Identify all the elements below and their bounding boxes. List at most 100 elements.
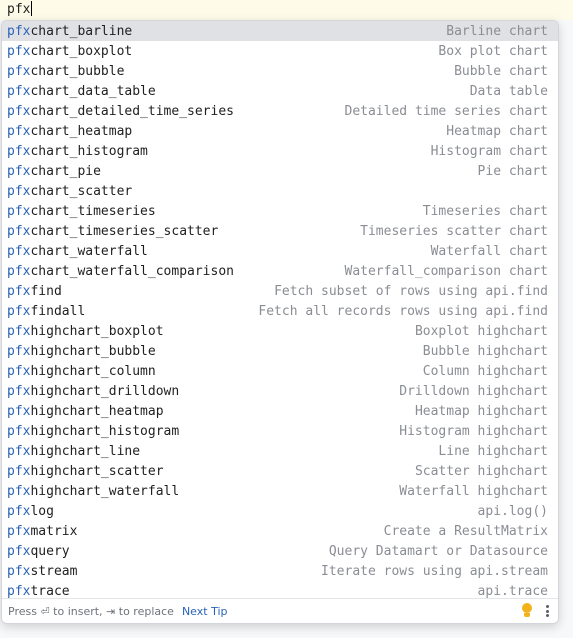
- completion-item-label: pfx highchart_column: [7, 364, 156, 379]
- completion-item-label: pfx highchart_scatter: [7, 464, 164, 479]
- completion-item-prefix: pfx: [7, 103, 31, 119]
- completion-item-label: pfx chart_pie: [7, 164, 101, 179]
- completion-item-prefix: pfx: [7, 443, 31, 459]
- completion-item-description: Create a ResultMatrix: [383, 523, 548, 539]
- completion-item[interactable]: pfx chart_timeseries_scatter Timeseries sc…: [2, 221, 558, 241]
- completion-item-description: Pie chart: [477, 163, 548, 179]
- completion-item[interactable]: pfx highchart_bubble Bubble highchart: [2, 341, 558, 361]
- next-tip-link[interactable]: Next Tip: [182, 605, 228, 618]
- completion-item-prefix: pfx: [7, 243, 31, 259]
- completion-item-prefix: pfx: [7, 323, 31, 339]
- completion-item-name: highchart_histogram: [30, 423, 180, 439]
- completion-item-prefix: pfx: [7, 303, 31, 319]
- completion-item[interactable]: pfx highchart_heatmap Heatmap highchart: [2, 401, 558, 421]
- completion-item-label: pfx matrix: [7, 524, 77, 539]
- completion-item-prefix: pfx: [7, 163, 31, 179]
- completion-item-label: pfx chart_heatmap: [7, 124, 132, 139]
- completion-item-description: Fetch subset of rows using api.find: [274, 283, 548, 299]
- completion-item-prefix: pfx: [7, 563, 31, 579]
- completion-item[interactable]: pfx highchart_histogram Histogram highchar…: [2, 421, 558, 441]
- completion-item-prefix: pfx: [7, 483, 31, 499]
- completion-item-label: pfx chart_timeseries: [7, 204, 156, 219]
- completion-item-description: Histogram highchart: [399, 423, 548, 439]
- completion-item-label: pfx stream: [7, 564, 77, 579]
- completion-footer: Press ⏎ to insert, ⇥ to replace Next Tip: [2, 598, 558, 623]
- completion-item-label: pfx chart_timeseries_scatter: [7, 224, 218, 239]
- completion-item-description: Waterfall chart: [430, 243, 548, 259]
- completion-item-description: Bubble chart: [454, 63, 548, 79]
- completion-item[interactable]: pfx chart_detailed_time_series Detailed ti…: [2, 101, 558, 121]
- completion-item[interactable]: pfx query Query Datamart or Datasource: [2, 541, 558, 561]
- completion-item-prefix: pfx: [7, 463, 31, 479]
- completion-item[interactable]: pfx highchart_waterfall Waterfall highchar…: [2, 481, 558, 501]
- completion-item-label: pfx chart_bubble: [7, 64, 124, 79]
- completion-item[interactable]: pfx findall Fetch all records rows using a…: [2, 301, 558, 321]
- completion-item-label: pfx chart_scatter: [7, 184, 132, 199]
- completion-item-name: chart_pie: [30, 163, 101, 179]
- completion-item-prefix: pfx: [7, 263, 31, 279]
- completion-item-description: Bubble highchart: [422, 343, 548, 359]
- completion-item-name: query: [30, 543, 70, 559]
- completion-item-description: Histogram chart: [430, 143, 548, 159]
- completion-item[interactable]: pfx chart_timeseries Timeseries chart: [2, 201, 558, 221]
- completion-item-name: highchart_column: [30, 363, 156, 379]
- text-caret: [31, 1, 33, 16]
- completion-item[interactable]: pfx log api.log(): [2, 501, 558, 521]
- completion-item[interactable]: pfx highchart_line Line highchart: [2, 441, 558, 461]
- completion-item-prefix: pfx: [7, 123, 31, 139]
- completion-item[interactable]: pfx highchart_column Column highchart: [2, 361, 558, 381]
- completion-item-description: Fetch all records rows using api.find: [258, 303, 548, 319]
- completion-item-label: pfx highchart_line: [7, 444, 140, 459]
- editor-current-line[interactable]: pfx: [0, 0, 573, 20]
- completion-item-description: Waterfall_comparison chart: [344, 263, 549, 279]
- completion-item[interactable]: pfx chart_histogram Histogram chart: [2, 141, 558, 161]
- completion-item-name: trace: [30, 583, 70, 599]
- completion-item-name: stream: [30, 563, 78, 579]
- completion-item-description: Data table: [469, 83, 548, 99]
- completion-item-description: api.trace: [477, 583, 548, 599]
- completion-item-label: pfx highchart_drilldown: [7, 384, 179, 399]
- completion-item-label: pfx chart_detailed_time_series: [7, 104, 234, 119]
- completion-item[interactable]: pfx stream Iterate rows using api.stream: [2, 561, 558, 581]
- completion-item[interactable]: pfx chart_data_table Data table: [2, 81, 558, 101]
- completion-item-name: chart_data_table: [30, 83, 156, 99]
- completion-item[interactable]: pfx chart_bubble Bubble chart: [2, 61, 558, 81]
- completion-item-description: Timeseries chart: [422, 203, 548, 219]
- completion-item[interactable]: pfx chart_waterfall Waterfall chart: [2, 241, 558, 261]
- completion-item[interactable]: pfx chart_heatmap Heatmap chart: [2, 121, 558, 141]
- completion-item-description: Box plot chart: [438, 43, 548, 59]
- completion-item-prefix: pfx: [7, 543, 31, 559]
- completion-popup: pfx chart_barline Barline chart pfx chart_bo…: [1, 20, 559, 624]
- completion-item-prefix: pfx: [7, 283, 31, 299]
- completion-item-name: highchart_heatmap: [30, 403, 164, 419]
- completion-item-name: highchart_scatter: [30, 463, 164, 479]
- completion-item-name: chart_barline: [30, 23, 133, 39]
- completion-list[interactable]: pfx chart_barline Barline chart pfx chart_bo…: [2, 21, 558, 601]
- completion-item-name: highchart_waterfall: [30, 483, 180, 499]
- lightbulb-icon[interactable]: [520, 603, 534, 619]
- completion-item-prefix: pfx: [7, 183, 31, 199]
- completion-item-label: pfx highchart_heatmap: [7, 404, 164, 419]
- completion-item-prefix: pfx: [7, 583, 31, 599]
- more-vertical-icon[interactable]: [546, 605, 550, 617]
- completion-item-name: chart_heatmap: [30, 123, 133, 139]
- completion-item[interactable]: pfx highchart_scatter Scatter highchart: [2, 461, 558, 481]
- completion-item-label: pfx find: [7, 284, 62, 299]
- completion-item[interactable]: pfx highchart_boxplot Boxplot highchart: [2, 321, 558, 341]
- completion-item-label: pfx chart_data_table: [7, 84, 156, 99]
- completion-item-description: api.log(): [477, 503, 548, 519]
- completion-item[interactable]: pfx chart_boxplot Box plot chart: [2, 41, 558, 61]
- completion-item[interactable]: pfx chart_pie Pie chart: [2, 161, 558, 181]
- completion-item-name: highchart_drilldown: [30, 383, 180, 399]
- completion-item-prefix: pfx: [7, 403, 31, 419]
- completion-item[interactable]: pfx chart_barline Barline chart: [2, 21, 558, 41]
- completion-item[interactable]: pfx highchart_drilldown Drilldown highchar…: [2, 381, 558, 401]
- completion-item[interactable]: pfx chart_waterfall_comparison Waterfall_c…: [2, 261, 558, 281]
- completion-item-name: highchart_line: [30, 443, 141, 459]
- completion-item[interactable]: pfx chart_scatter: [2, 181, 558, 201]
- completion-item[interactable]: pfx matrix Create a ResultMatrix: [2, 521, 558, 541]
- completion-item[interactable]: pfx find Fetch subset of rows using api.fi…: [2, 281, 558, 301]
- completion-item-name: log: [30, 503, 54, 519]
- editor-typed-text[interactable]: pfx: [7, 1, 33, 19]
- completion-item-name: chart_waterfall_comparison: [30, 263, 234, 279]
